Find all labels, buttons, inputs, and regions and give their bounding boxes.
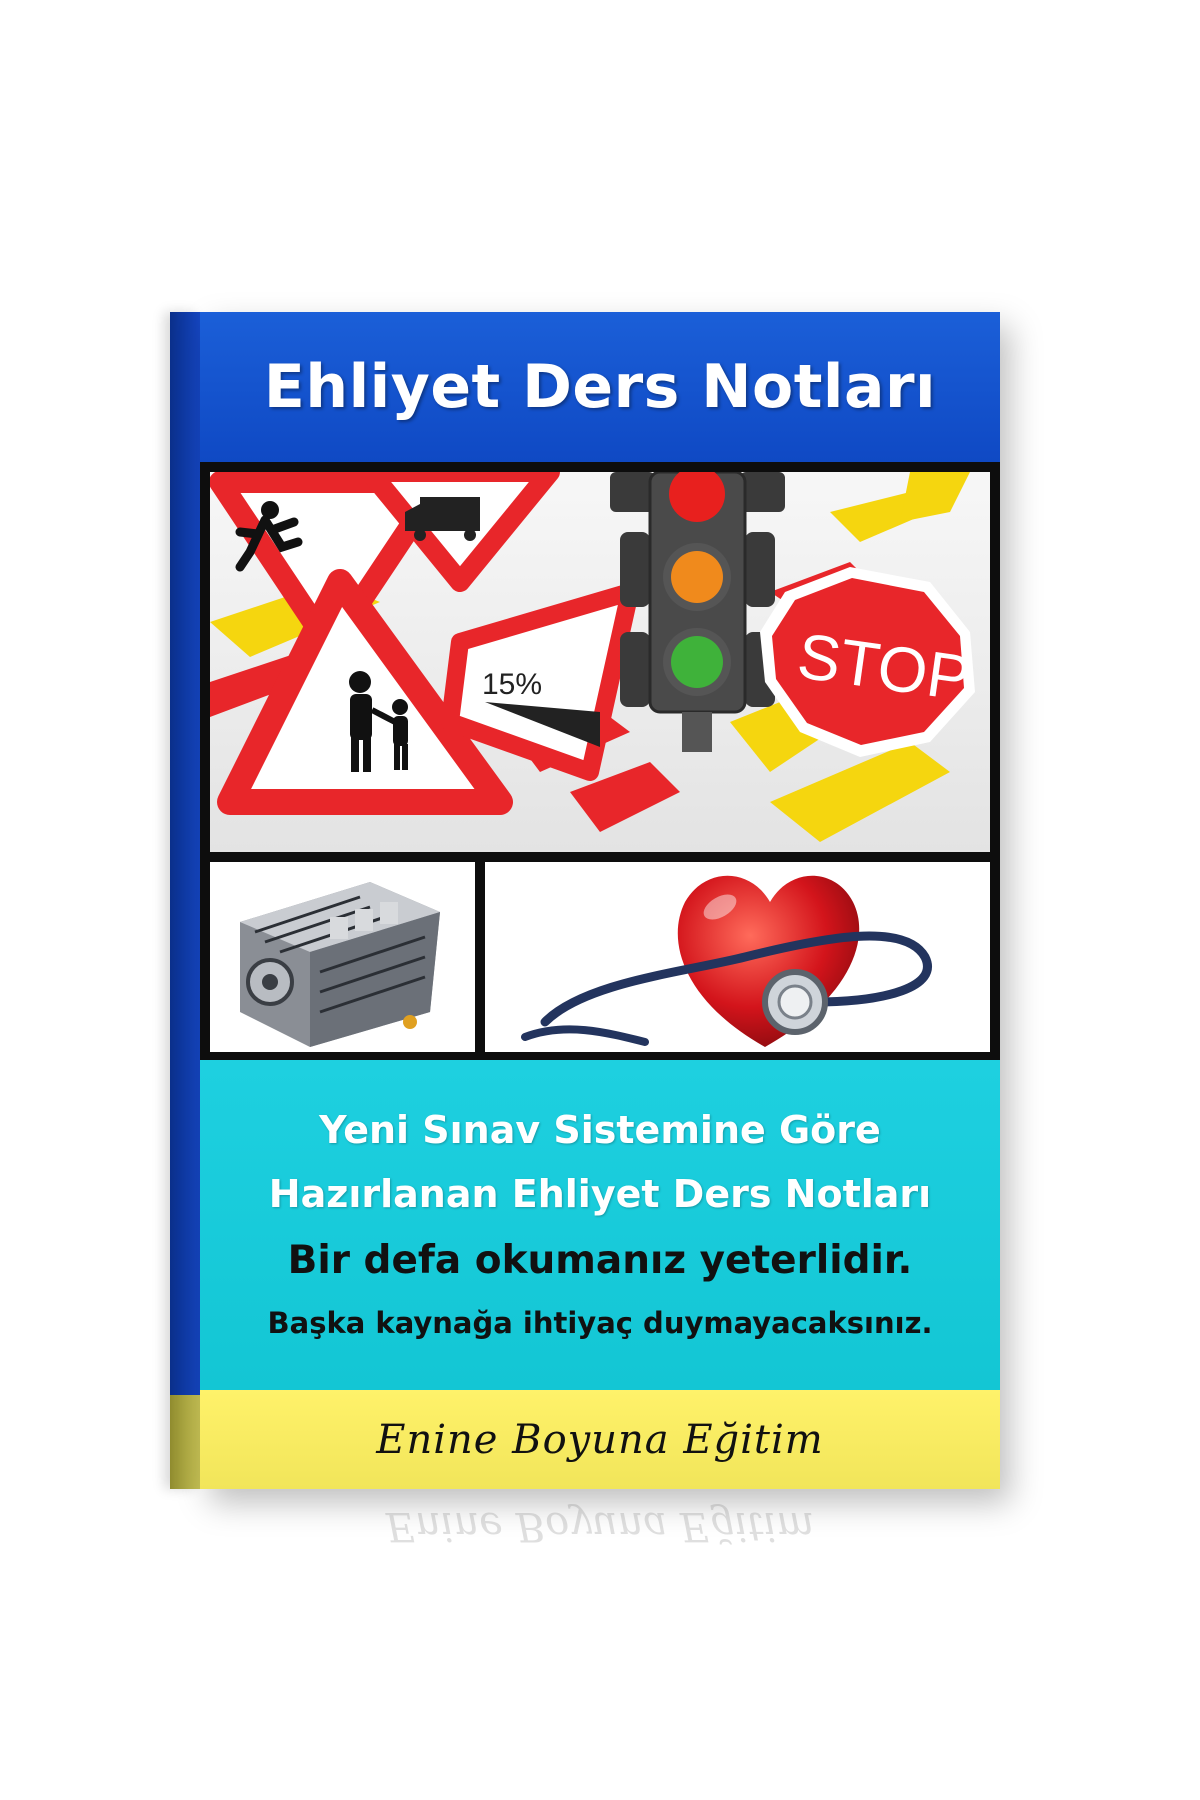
book-cover: Ehliyet Ders Notları 15% STOP Yeni Sınav… (200, 312, 1000, 1489)
brand-band: Enine Boyuna Eğitim (200, 1390, 1000, 1489)
grade-text: 15% (482, 668, 542, 701)
book-title: Ehliyet Ders Notları (263, 352, 937, 422)
tagline-line-2: Hazırlanan Ehliyet Ders Notları (268, 1172, 932, 1216)
brand-reflection-text: Enine Boyuna Eğitim (385, 1503, 815, 1549)
engine-image (210, 862, 475, 1052)
traffic-signs-image: 15% STOP (210, 472, 990, 852)
title-band: Ehliyet Ders Notları (200, 312, 1000, 462)
heart-stethoscope-image (485, 862, 990, 1052)
brand-reflection: Enine Boyuna Eğitim (200, 1489, 1000, 1549)
book-spine-bottom (170, 1395, 200, 1489)
tagline-band: Yeni Sınav Sistemine Göre Hazırlanan Ehl… (200, 1060, 1000, 1390)
tagline-line-1: Yeni Sınav Sistemine Göre (319, 1108, 881, 1152)
tagline-line-4: Başka kaynağa ihtiyaç duymayacaksınız. (267, 1306, 933, 1340)
brand-name: Enine Boyuna Eğitim (376, 1416, 824, 1463)
book-spine (170, 312, 200, 1489)
tagline-line-3: Bir defa okumanız yeterlidir. (287, 1238, 913, 1283)
